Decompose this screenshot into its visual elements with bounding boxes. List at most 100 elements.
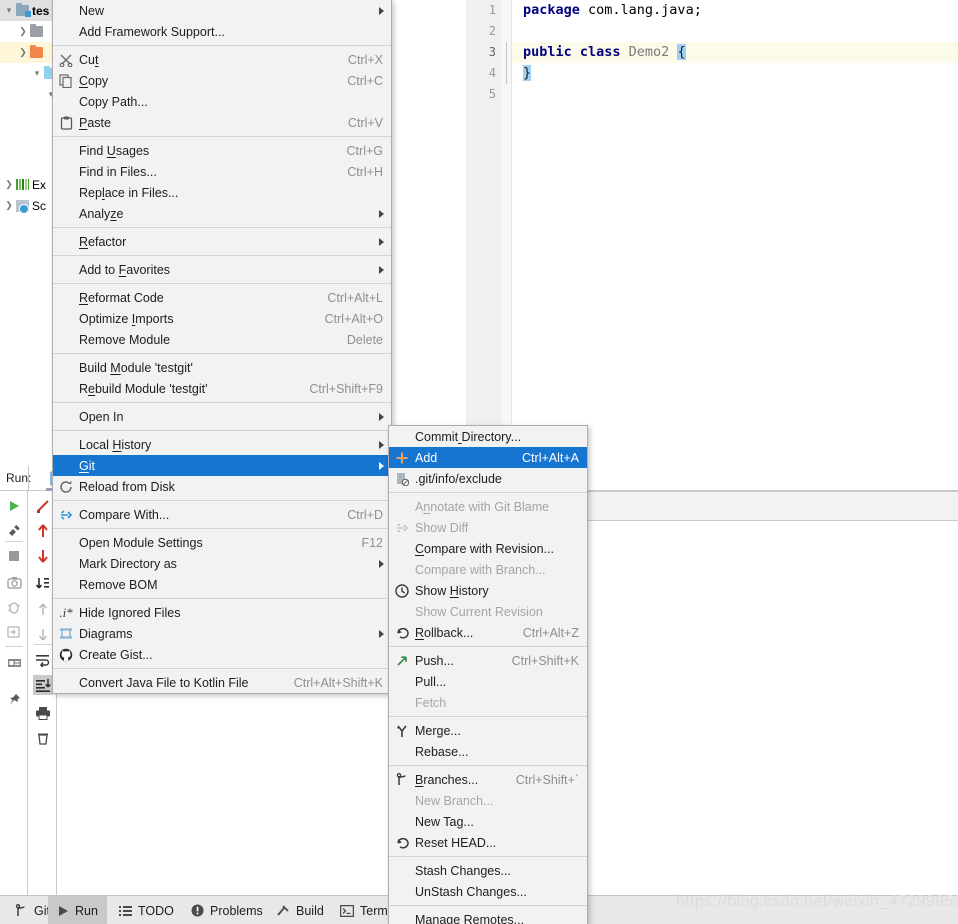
layout-icon[interactable] (4, 653, 24, 673)
menu-item-push[interactable]: Push... Ctrl+Shift+K (389, 650, 587, 671)
menu-item-replace-in-files[interactable]: Replace in Files... (53, 182, 391, 203)
tree-node-label: Ex (32, 177, 47, 192)
debug-icon[interactable] (4, 597, 24, 617)
menu-item-mark-directory-as[interactable]: Mark Directory as (53, 553, 391, 574)
menu-item-add-to-favorites[interactable]: Add to Favorites (53, 259, 391, 280)
print-icon[interactable] (33, 703, 53, 723)
tree-node[interactable]: ❯ (0, 21, 56, 42)
menu-item-compare-with[interactable]: Compare With... Ctrl+D (53, 504, 391, 525)
menu-item-reformat-code[interactable]: Reformat Code Ctrl+Alt+L (53, 287, 391, 308)
menu-item-find-usages[interactable]: Find Usages Ctrl+G (53, 140, 391, 161)
menu-item-stash-changes[interactable]: Stash Changes... (389, 860, 587, 881)
menu-item-reload-from-disk[interactable]: Reload from Disk (53, 476, 391, 497)
menu-item-new[interactable]: New (53, 0, 391, 21)
editor-gutter[interactable]: 1 2 3 4 5 (466, 0, 502, 462)
menu-item-local-history[interactable]: Local History (53, 434, 391, 455)
menu-item-remove-bom[interactable]: Remove BOM (53, 574, 391, 595)
menu-item-add[interactable]: Add Ctrl+Alt+A (389, 447, 587, 468)
next-occurrence-icon[interactable] (33, 624, 53, 644)
code-editor[interactable]: 1 2 3 4 5 package com.lang.java; public class… (466, 0, 958, 462)
sort-icon[interactable] (33, 573, 53, 593)
editor-fold-column[interactable] (502, 0, 512, 462)
menu-item-paste[interactable]: Paste Ctrl+V (53, 112, 391, 133)
divider (5, 646, 23, 647)
previous-occurrence-icon[interactable] (33, 599, 53, 619)
scroll-to-end-icon[interactable] (33, 675, 53, 695)
tree-node[interactable]: ❯ Ex (0, 174, 56, 195)
up-stack-trace-icon[interactable] (33, 521, 53, 541)
tree-node[interactable] (0, 130, 56, 151)
menu-item-cut[interactable]: Cut Ctrl+X (53, 49, 391, 70)
chevron-down-icon[interactable]: ▾ (2, 5, 16, 16)
code-line[interactable] (513, 21, 958, 42)
menu-item-copy[interactable]: Copy Ctrl+C (53, 70, 391, 91)
code-line[interactable]: } (513, 63, 958, 84)
git-submenu[interactable]: Commit Directory... Add Ctrl+Alt+A .git/inf… (388, 425, 588, 924)
chevron-right-icon[interactable]: ❯ (16, 47, 30, 58)
tree-node[interactable]: ❯ Sc (0, 195, 56, 216)
menu-item-pull[interactable]: Pull... (389, 671, 587, 692)
menu-item-add-framework-support[interactable]: Add Framework Support... (53, 21, 391, 42)
menu-item-rebase[interactable]: Rebase... (389, 741, 587, 762)
code-line[interactable] (513, 84, 958, 105)
down-stack-trace-icon[interactable] (33, 546, 53, 566)
menu-item-unstash-changes[interactable]: UnStash Changes... (389, 881, 587, 902)
export-icon[interactable] (4, 622, 24, 642)
chevron-right-icon[interactable]: ❯ (2, 200, 16, 211)
menu-item-rebuild-module-testgit[interactable]: Rebuild Module 'testgit' Ctrl+Shift+F9 (53, 378, 391, 399)
tree-node[interactable] (0, 152, 56, 173)
screenshot-icon[interactable] (4, 572, 24, 592)
clear-all-icon[interactable] (33, 729, 53, 749)
menu-item-label: Add to Favorites (79, 262, 171, 277)
project-tree[interactable]: ▾ tes ❯ ❯ ▾ ▾ ❯ Ex ❯ Sc (0, 0, 56, 466)
stop-icon[interactable] (4, 546, 24, 566)
menu-item-reset-head[interactable]: Reset HEAD... (389, 832, 587, 853)
menu-item-optimize-imports[interactable]: Optimize Imports Ctrl+Alt+O (53, 308, 391, 329)
run-icon[interactable] (4, 496, 24, 516)
tree-node[interactable]: ▾ tes (0, 0, 56, 21)
status-bar-run[interactable]: Run (48, 896, 107, 924)
menu-item-git[interactable]: Git (53, 455, 391, 476)
chevron-down-icon[interactable]: ▾ (30, 68, 44, 79)
tree-node[interactable]: ▾ (0, 63, 56, 84)
menu-item-rollback[interactable]: Rollback... Ctrl+Alt+Z (389, 622, 587, 643)
menu-item-open-in[interactable]: Open In (53, 406, 391, 427)
menu-item-hide-ignored-files[interactable]: .i* Hide Ignored Files (53, 602, 391, 623)
status-bar-todo[interactable]: TODO (110, 896, 183, 924)
menu-item-merge[interactable]: Merge... (389, 720, 587, 741)
chevron-right-icon[interactable]: ❯ (2, 179, 16, 190)
menu-item-open-module-settings[interactable]: Open Module Settings F12 (53, 532, 391, 553)
menu-item-analyze[interactable]: Analyze (53, 203, 391, 224)
project-view-context-menu[interactable]: New Add Framework Support... Cut Ctrl+X Copy… (52, 0, 392, 694)
status-bar-problems[interactable]: Problems (182, 896, 272, 924)
paste-clipboard-icon (58, 115, 74, 131)
menu-item-commit-directory[interactable]: Commit Directory... (389, 426, 587, 447)
menu-item-copy-path[interactable]: Copy Path... (53, 91, 391, 112)
menu-item-branches[interactable]: Branches... Ctrl+Shift+` (389, 769, 587, 790)
rerun-failed-tests-icon[interactable] (4, 521, 24, 541)
code-text-area[interactable]: package com.lang.java; public class Demo2… (513, 0, 958, 462)
menu-item-diagrams[interactable]: Diagrams (53, 623, 391, 644)
menu-item-find-in-files[interactable]: Find in Files... Ctrl+H (53, 161, 391, 182)
menu-item-show-history[interactable]: Show History (389, 580, 587, 601)
menu-item-build-module-testgit[interactable]: Build Module 'testgit' (53, 357, 391, 378)
menu-item-create-gist[interactable]: Create Gist... (53, 644, 391, 665)
menu-item-label: Pull... (415, 674, 447, 689)
tree-node[interactable]: ❯ (0, 42, 56, 63)
use-soft-wraps-icon[interactable] (33, 650, 53, 670)
status-bar-build[interactable]: Build (267, 896, 333, 924)
code-line[interactable]: public class Demo2 { (513, 42, 958, 63)
pin-tab-icon[interactable] (4, 690, 24, 710)
menu-item-refactor[interactable]: Refactor (53, 231, 391, 252)
menu-item-git-info-exclude[interactable]: .git/info/exclude (389, 468, 587, 489)
menu-item-remove-module[interactable]: Remove Module Delete (53, 329, 391, 350)
code-line[interactable]: package com.lang.java; (513, 0, 958, 21)
soft-wrap-icon[interactable] (33, 496, 53, 516)
menu-separator (53, 353, 391, 354)
menu-item-convert-java-file-to-kotlin-file[interactable]: Convert Java File to Kotlin File Ctrl+Alt… (53, 672, 391, 693)
menu-item-new-tag[interactable]: New Tag... (389, 811, 587, 832)
tree-node[interactable]: ▾ (0, 84, 56, 105)
chevron-right-icon[interactable]: ❯ (16, 26, 30, 37)
menu-item-manage-remotes[interactable]: Manage Remotes... (389, 909, 587, 924)
menu-item-compare-with-revision[interactable]: Compare with Revision... (389, 538, 587, 559)
